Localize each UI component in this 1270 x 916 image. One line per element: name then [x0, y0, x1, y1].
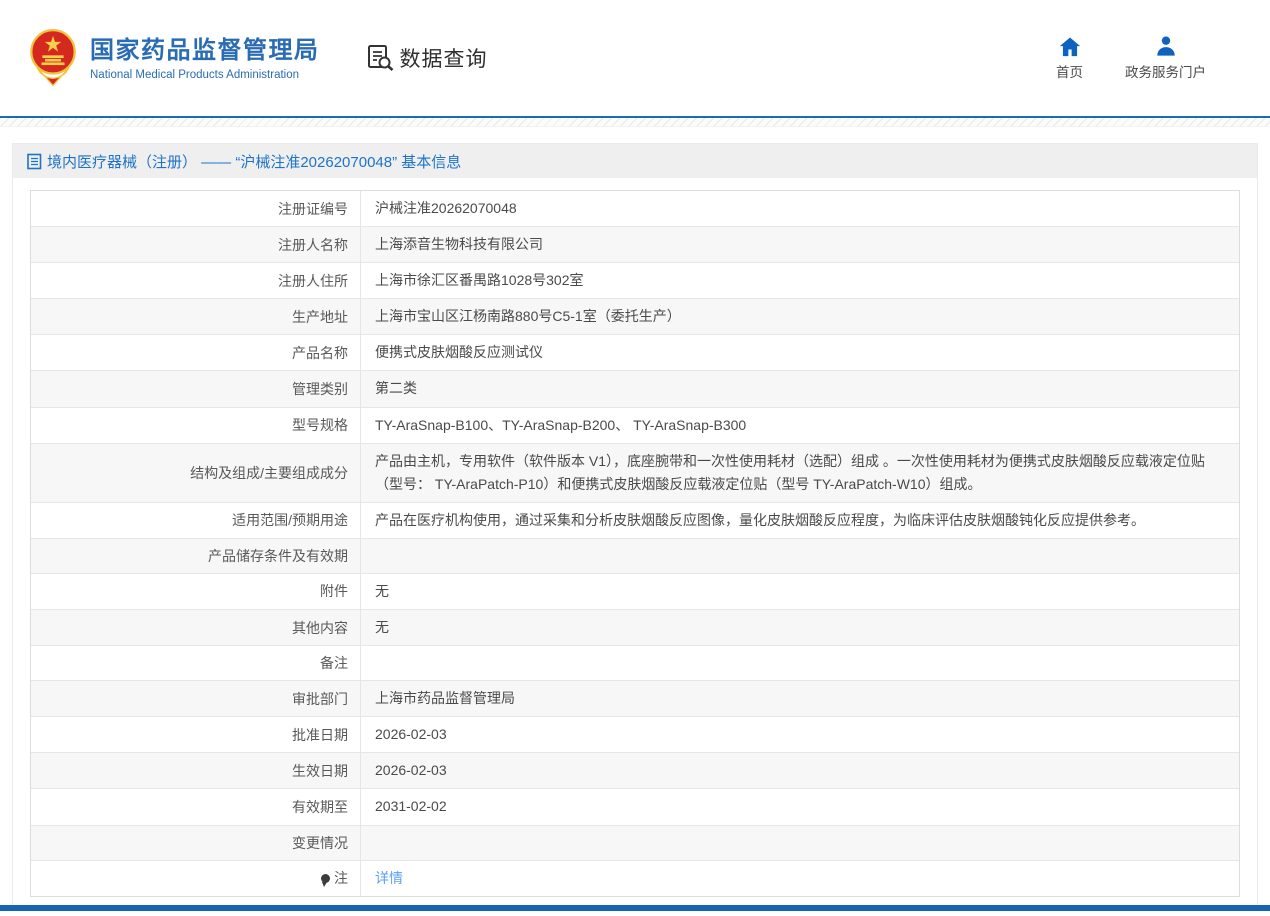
table-row: 批准日期2026-02-03 — [31, 717, 1239, 753]
info-table-body: 注册证编号沪械注准20262070048注册人名称上海添音生物科技有限公司注册人… — [31, 191, 1239, 896]
table-row: 管理类别第二类 — [31, 371, 1239, 407]
footer-bar — [0, 905, 1270, 911]
row-label: 注册证编号 — [31, 191, 361, 226]
row-value: 第二类 — [361, 371, 1239, 406]
row-value: 无 — [361, 574, 1239, 609]
row-value — [361, 826, 1239, 860]
row-value: 上海市宝山区江杨南路880号C5-1室（委托生产） — [361, 299, 1239, 334]
detail-link[interactable]: 详情 — [375, 867, 403, 890]
row-label: 注 — [31, 861, 361, 896]
table-row: 备注 — [31, 646, 1239, 681]
page-title-bar: 境内医疗器械（注册） —— “沪械注准20262070048” 基本信息 — [13, 144, 1257, 178]
row-label: 批准日期 — [31, 717, 361, 752]
row-value: 便携式皮肤烟酸反应测试仪 — [361, 335, 1239, 370]
row-value — [361, 646, 1239, 680]
row-value: 上海市药品监督管理局 — [361, 681, 1239, 716]
note-pin-icon — [321, 874, 330, 883]
nmpa-emblem-logo — [30, 28, 76, 88]
row-value: 沪械注准20262070048 — [361, 191, 1239, 226]
info-table: 注册证编号沪械注准20262070048注册人名称上海添音生物科技有限公司注册人… — [30, 190, 1240, 897]
user-icon — [1155, 35, 1177, 57]
row-label: 管理类别 — [31, 371, 361, 406]
table-row: 生效日期2026-02-03 — [31, 753, 1239, 789]
table-row: 生产地址上海市宝山区江杨南路880号C5-1室（委托生产） — [31, 299, 1239, 335]
table-row: 产品名称便携式皮肤烟酸反应测试仪 — [31, 335, 1239, 371]
nav-home-label: 首页 — [1056, 61, 1083, 81]
org-name-cn: 国家药品监督管理局 — [90, 36, 320, 66]
row-value: 2026-02-03 — [361, 717, 1239, 752]
row-value: 产品由主机，专用软件（软件版本 V1），底座腕带和一次性使用耗材（选配）组成 。… — [361, 444, 1239, 502]
table-row: 注册人名称上海添音生物科技有限公司 — [31, 227, 1239, 263]
row-label: 注册人名称 — [31, 227, 361, 262]
row-value: TY-AraSnap-B100、TY-AraSnap-B200、 TY-AraS… — [361, 408, 1239, 443]
row-label: 型号规格 — [31, 408, 361, 443]
row-value: 2026-02-03 — [361, 753, 1239, 788]
row-value: 上海市徐汇区番禺路1028号302室 — [361, 263, 1239, 298]
row-label: 适用范围/预期用途 — [31, 503, 361, 538]
row-label: 审批部门 — [31, 681, 361, 716]
row-value: 详情 — [361, 861, 1239, 896]
nav-portal-label: 政务服务门户 — [1125, 61, 1206, 81]
page: 国家药品监督管理局 National Medical Products Admi… — [0, 0, 1270, 916]
table-row: 注册人住所上海市徐汇区番禺路1028号302室 — [31, 263, 1239, 299]
table-row: 产品储存条件及有效期 — [31, 539, 1239, 574]
data-query-icon — [366, 44, 394, 72]
data-query-label: 数据查询 — [400, 43, 488, 73]
document-icon — [27, 153, 42, 170]
row-label: 附件 — [31, 574, 361, 609]
table-row: 附件无 — [31, 574, 1239, 610]
row-label: 其他内容 — [31, 610, 361, 645]
row-value: 2031-02-02 — [361, 789, 1239, 824]
table-row: 其他内容无 — [31, 610, 1239, 646]
row-value: 产品在医疗机构使用，通过采集和分析皮肤烟酸反应图像，量化皮肤烟酸反应程度，为临床… — [361, 503, 1239, 538]
row-label: 产品名称 — [31, 335, 361, 370]
hatch-strip — [0, 118, 1270, 127]
org-name-en: National Medical Products Administration — [90, 69, 320, 81]
row-label: 变更情况 — [31, 826, 361, 860]
row-value: 上海添音生物科技有限公司 — [361, 227, 1239, 262]
table-row: 注详情 — [31, 861, 1239, 896]
row-label: 生效日期 — [31, 753, 361, 788]
row-label: 有效期至 — [31, 789, 361, 824]
row-label: 结构及组成/主要组成成分 — [31, 444, 361, 502]
content-panel: 境内医疗器械（注册） —— “沪械注准20262070048” 基本信息 注册证… — [12, 143, 1258, 910]
table-row: 型号规格TY-AraSnap-B100、TY-AraSnap-B200、 TY-… — [31, 408, 1239, 444]
row-label: 注册人住所 — [31, 263, 361, 298]
brand[interactable]: 国家药品监督管理局 National Medical Products Admi… — [30, 28, 320, 88]
table-row: 变更情况 — [31, 826, 1239, 861]
nav-home[interactable]: 首页 — [1056, 35, 1083, 81]
data-query-section[interactable]: 数据查询 — [366, 43, 488, 73]
table-row: 有效期至2031-02-02 — [31, 789, 1239, 825]
nav-portal[interactable]: 政务服务门户 — [1125, 35, 1206, 81]
row-value — [361, 539, 1239, 573]
table-row: 适用范围/预期用途产品在医疗机构使用，通过采集和分析皮肤烟酸反应图像，量化皮肤烟… — [31, 503, 1239, 539]
table-row: 结构及组成/主要组成成分产品由主机，专用软件（软件版本 V1），底座腕带和一次性… — [31, 444, 1239, 503]
row-label: 产品储存条件及有效期 — [31, 539, 361, 573]
table-row: 注册证编号沪械注准20262070048 — [31, 191, 1239, 227]
brand-text: 国家药品监督管理局 National Medical Products Admi… — [90, 36, 320, 81]
page-title: 境内医疗器械（注册） —— “沪械注准20262070048” 基本信息 — [47, 151, 461, 172]
row-label: 生产地址 — [31, 299, 361, 334]
header-nav: 首页 政务服务门户 — [1056, 35, 1206, 81]
home-icon — [1059, 35, 1081, 57]
row-value: 无 — [361, 610, 1239, 645]
row-label: 备注 — [31, 646, 361, 680]
site-header: 国家药品监督管理局 National Medical Products Admi… — [0, 0, 1270, 116]
table-row: 审批部门上海市药品监督管理局 — [31, 681, 1239, 717]
